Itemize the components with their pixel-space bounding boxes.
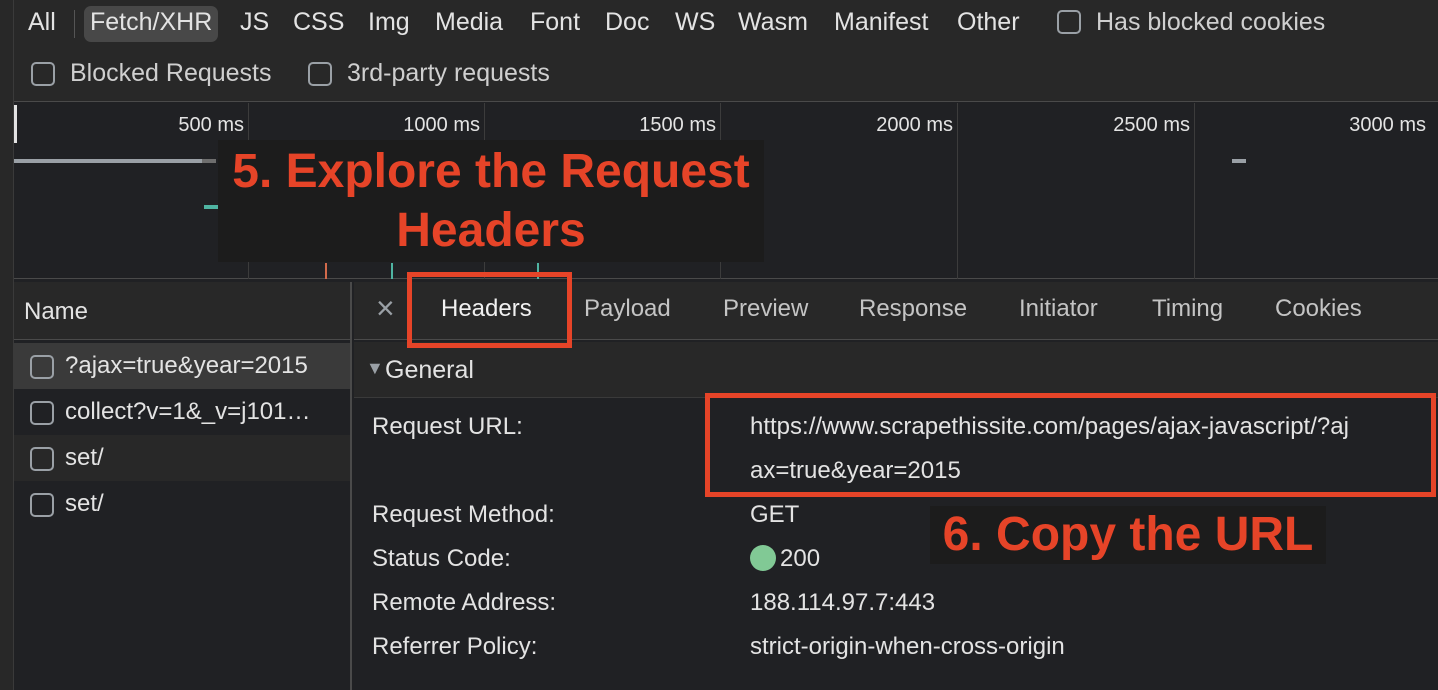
- name-header-label: Name: [24, 298, 89, 325]
- filter-fetch-xhr[interactable]: Fetch/XHR: [84, 6, 219, 42]
- general-title: General: [385, 356, 474, 384]
- grid-line: [957, 103, 958, 279]
- filter-js[interactable]: JS: [240, 6, 269, 42]
- filter-bar: All Fetch/XHR JS CSS Img Media Font Doc …: [0, 0, 1438, 46]
- row-checkbox[interactable]: [30, 401, 54, 425]
- request-row[interactable]: set/: [14, 435, 350, 481]
- filter-bar-row2: Blocked Requests 3rd-party requests: [0, 46, 1438, 102]
- request-method-value: GET: [750, 501, 800, 528]
- filter-img[interactable]: Img: [368, 6, 410, 42]
- status-dot-icon: [750, 545, 776, 571]
- row-checkbox[interactable]: [30, 447, 54, 471]
- collapse-triangle-icon[interactable]: ▼: [366, 358, 384, 379]
- tab-payload[interactable]: Payload: [584, 295, 671, 323]
- request-row[interactable]: ?ajax=true&year=2015: [14, 343, 350, 389]
- general-section-header[interactable]: ▼ General: [354, 342, 1438, 398]
- remote-address-label: Remote Address:: [372, 589, 557, 616]
- tick-label: 500 ms: [178, 114, 244, 136]
- status-code-value: 200: [750, 545, 820, 573]
- filter-ws[interactable]: WS: [675, 6, 715, 42]
- filter-font[interactable]: Font: [530, 6, 580, 42]
- request-name: set/: [65, 444, 104, 471]
- request-name: collect?v=1&_v=j101…: [65, 398, 311, 425]
- request-row[interactable]: collect?v=1&_v=j101…: [14, 389, 350, 435]
- name-column-header[interactable]: Name: [14, 282, 350, 340]
- blocked-requests-checkbox[interactable]: [31, 62, 55, 86]
- annotation-step5-line1: 5. Explore the Request: [232, 145, 750, 198]
- has-blocked-cookies-checkbox[interactable]: [1057, 10, 1081, 34]
- request-url-highlight: [705, 393, 1436, 497]
- third-party-checkbox[interactable]: [308, 62, 332, 86]
- referrer-policy-value: strict-origin-when-cross-origin: [750, 633, 1065, 660]
- left-edge-panel: [0, 0, 14, 690]
- tick-label: 2500 ms: [1113, 114, 1190, 136]
- status-code-label: Status Code:: [372, 545, 511, 572]
- remote-address-value: 188.114.97.7:443: [750, 589, 936, 616]
- tab-timing[interactable]: Timing: [1152, 295, 1223, 323]
- filter-media[interactable]: Media: [435, 6, 503, 42]
- request-method-label: Request Method:: [372, 501, 555, 528]
- tick-label: 1500 ms: [639, 114, 716, 136]
- blocked-requests-label: Blocked Requests: [70, 59, 272, 87]
- request-bar: [204, 205, 218, 209]
- request-bar: [202, 159, 216, 163]
- has-blocked-cookies-label: Has blocked cookies: [1096, 8, 1326, 36]
- filter-wasm[interactable]: Wasm: [738, 6, 808, 42]
- dom-marker: [391, 263, 393, 279]
- filter-doc[interactable]: Doc: [605, 6, 649, 42]
- request-url-label: Request URL:: [372, 413, 523, 440]
- filter-separator: [74, 10, 75, 38]
- status-code-text: 200: [780, 545, 821, 572]
- referrer-policy-label: Referrer Policy:: [372, 633, 538, 660]
- close-icon[interactable]: ×: [376, 290, 395, 327]
- tick-label: 1000 ms: [403, 114, 480, 136]
- tab-preview[interactable]: Preview: [723, 295, 808, 323]
- annotation-step5-line2: Headers: [396, 204, 586, 257]
- headers-tab-highlight: [407, 272, 572, 348]
- request-row[interactable]: set/: [14, 481, 350, 527]
- filter-all[interactable]: All: [28, 6, 56, 42]
- load-marker: [325, 263, 327, 279]
- tab-response[interactable]: Response: [859, 295, 967, 323]
- row-checkbox[interactable]: [30, 355, 54, 379]
- tab-cookies[interactable]: Cookies: [1275, 295, 1362, 323]
- tab-initiator[interactable]: Initiator: [1019, 295, 1098, 323]
- filter-other[interactable]: Other: [957, 6, 1020, 42]
- grid-line: [1194, 103, 1195, 279]
- filter-css[interactable]: CSS: [293, 6, 344, 42]
- request-list: Name ?ajax=true&year=2015 collect?v=1&_v…: [14, 282, 352, 690]
- request-bar: [14, 159, 202, 163]
- annotation-step6: 6. Copy the URL: [942, 508, 1314, 561]
- tick-label: 2000 ms: [876, 114, 953, 136]
- filter-manifest[interactable]: Manifest: [834, 6, 928, 42]
- third-party-label: 3rd-party requests: [347, 59, 550, 87]
- request-name: ?ajax=true&year=2015: [65, 352, 308, 379]
- overview-start-handle[interactable]: [14, 105, 17, 143]
- row-checkbox[interactable]: [30, 493, 54, 517]
- request-name: set/: [65, 490, 104, 517]
- request-bar: [1232, 159, 1246, 163]
- tick-label: 3000 ms: [1349, 114, 1426, 136]
